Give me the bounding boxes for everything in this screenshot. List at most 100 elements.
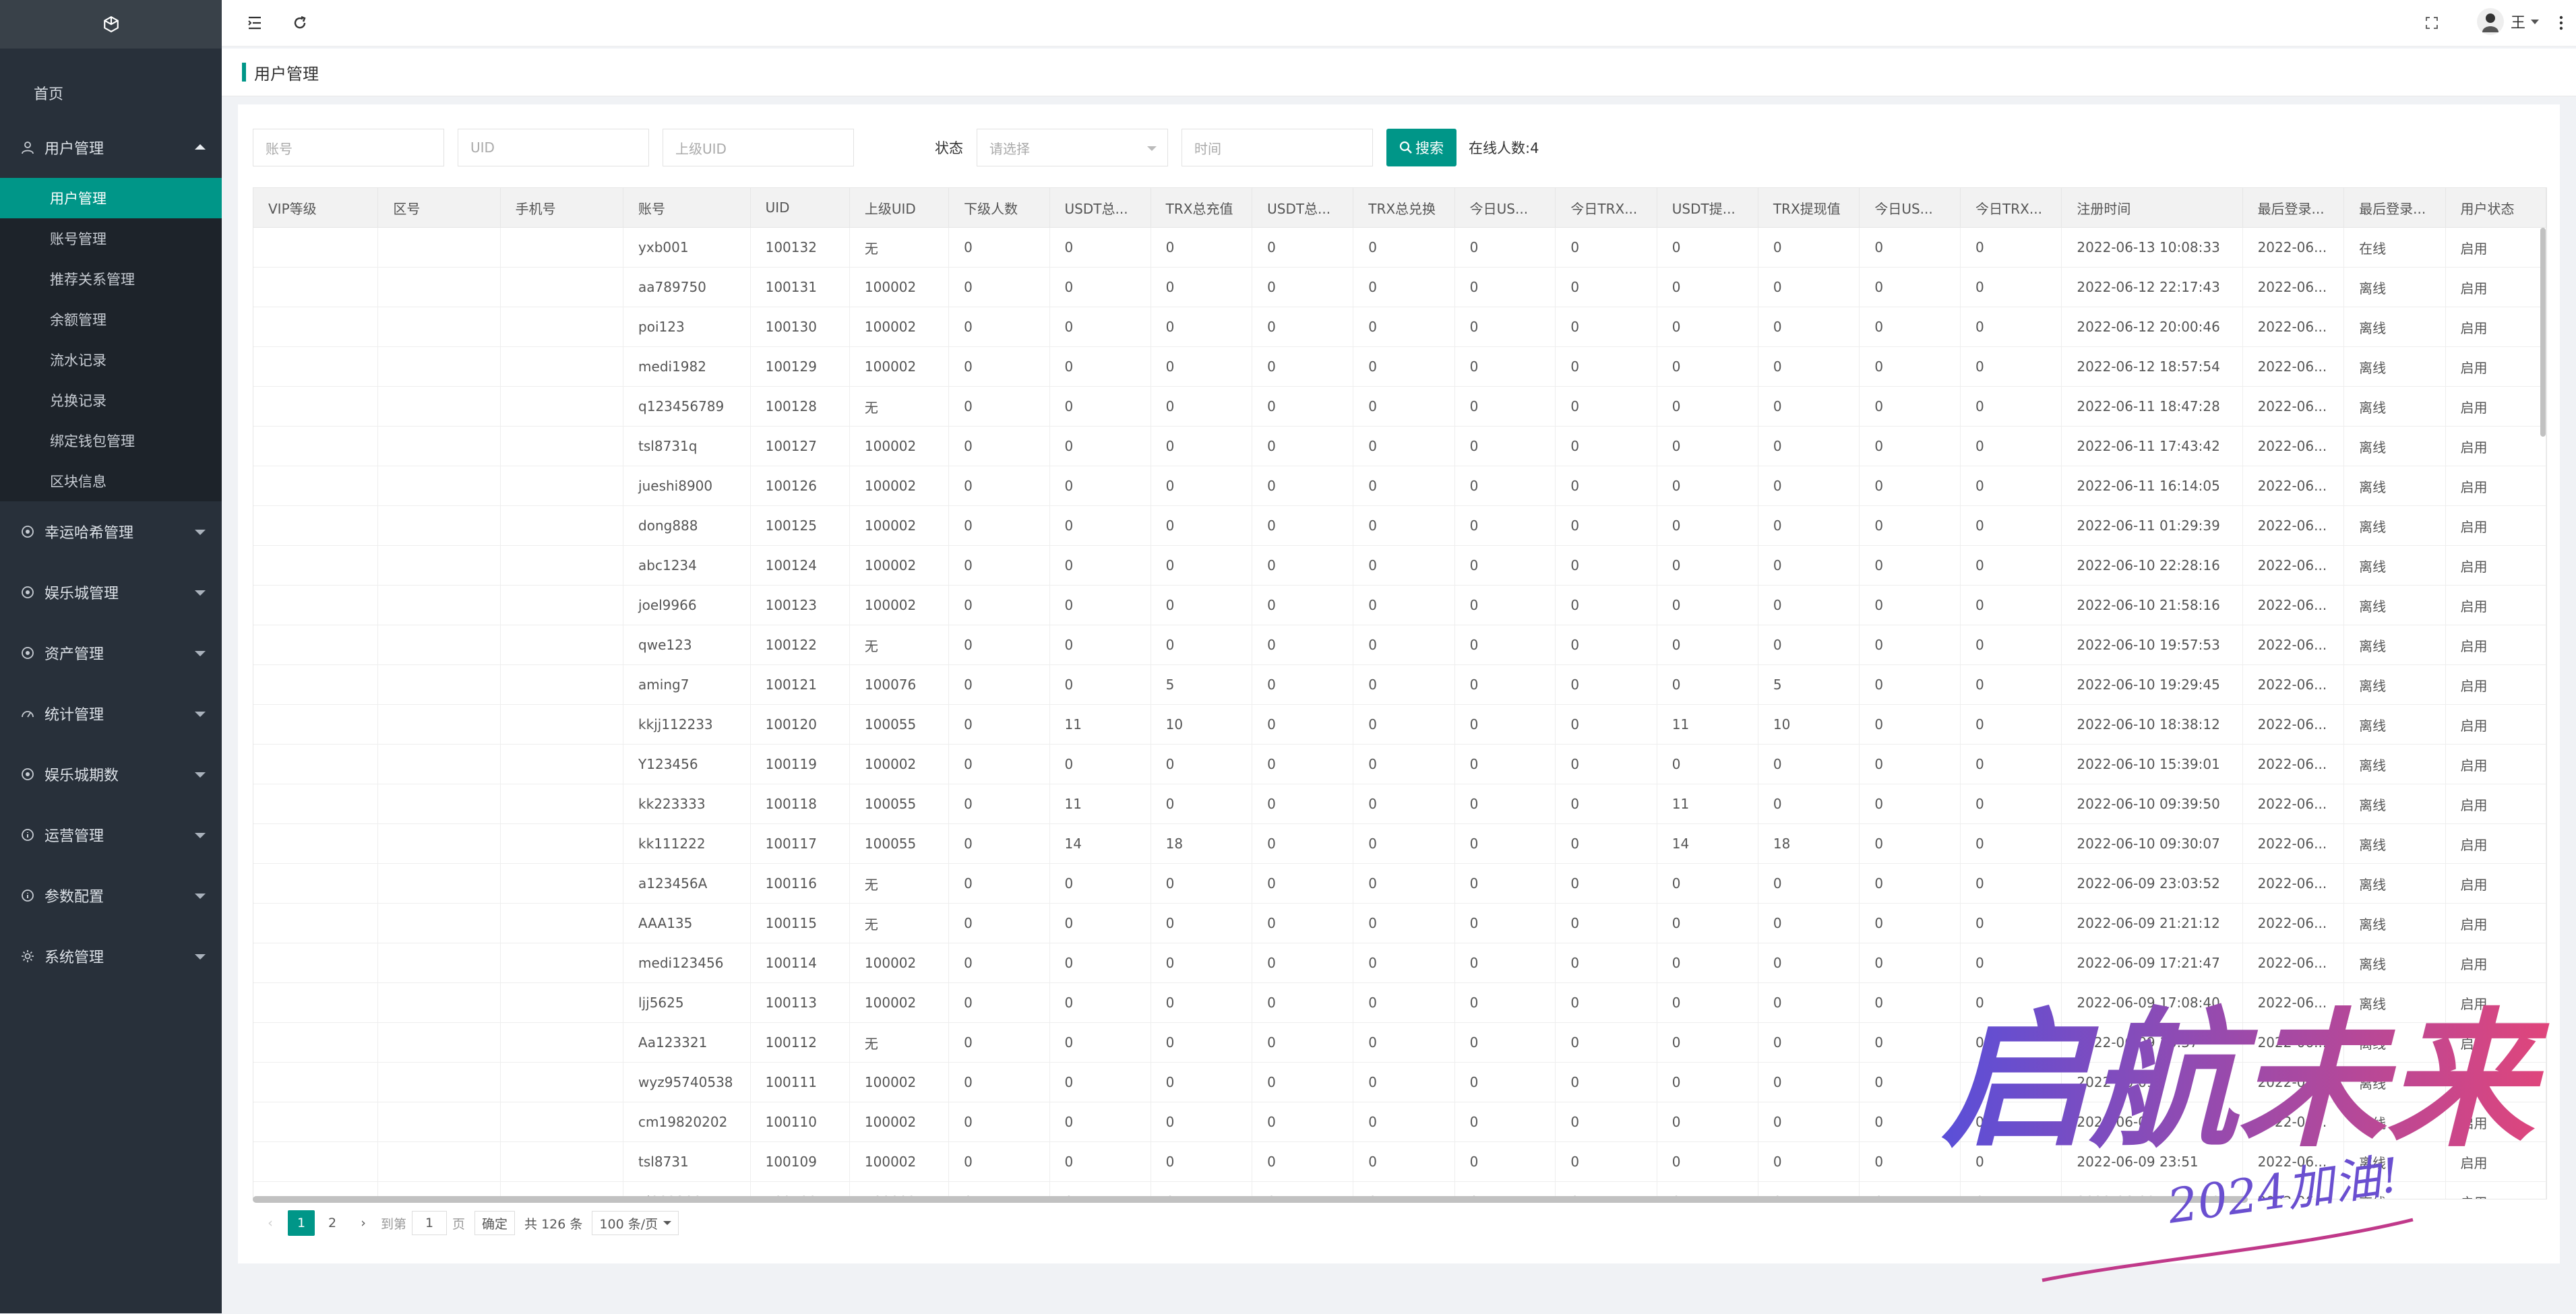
sidebar-group-assets[interactable]: 资产管理 [0,623,222,683]
table-row[interactable]: aa789750 100131 100002 0 0 0 0 0 0 0 0 0 0 0 2022-06-1… [253,267,2546,307]
prev-page-icon[interactable]: ‹ [257,1210,284,1236]
table-row[interactable]: kkjj112233 100120 100055 0 11 10 0 0 0 0 11 10 0 0 202… [253,704,2546,745]
table-cell: 2022-06... [2242,585,2345,625]
status-select[interactable]: 请选择 [977,129,1168,166]
goto-confirm-button[interactable]: 确定 [474,1211,516,1235]
menu-fold-icon[interactable] [245,13,264,32]
table-row[interactable]: yxb001 100132 无 0 0 0 0 0 0 0 0 0 0 0 2022-06-13 10:08… [253,227,2546,268]
table-row[interactable]: tsl8731q 100127 100002 0 0 0 0 0 0 0 0 0 0 0 2022-06-1… [253,426,2546,466]
table-cell: 0 [1454,744,1556,784]
table-cell: 2022-06... [2242,346,2345,387]
fullscreen-icon[interactable] [2422,13,2441,32]
table-cell: 100002 [849,307,950,347]
table-cell: 0 [1555,346,1657,387]
table-row[interactable]: medi1982 100129 100002 0 0 0 0 0 0 0 0 0 0 0 2022-06-1… [253,346,2546,387]
sidebar-group-system[interactable]: 系统管理 [0,926,222,987]
table-cell: 2022-06... [2242,466,2345,506]
table-cell: 启用 [2445,386,2546,427]
page-2[interactable]: 2 [319,1210,346,1236]
table-cell: 0 [1049,943,1151,983]
table-cell: 2022-06-10 09:30:07 [2061,823,2243,864]
page-size-select[interactable]: 100 条/页 [592,1211,679,1235]
circle-icon [20,585,35,600]
logo[interactable] [0,0,222,49]
page-1[interactable]: 1 [288,1210,315,1236]
user-menu[interactable]: 王 [2476,8,2539,35]
time-input[interactable]: 时间 [1182,129,1373,166]
table-cell: 0 [1859,863,1961,904]
table-cell: 0 [948,1102,1050,1142]
table-cell: 离线 [2343,585,2446,625]
sidebar-group-casino-periods[interactable]: 娱乐城期数 [0,744,222,805]
table-cell: 0 [1657,625,1758,665]
more-vertical-icon[interactable] [2552,13,2571,32]
sidebar-item-flow-records[interactable]: 流水记录 [0,340,222,380]
table-cell: 0 [1960,625,2062,665]
top-header: 王 [222,0,2576,46]
table-row[interactable]: joel9966 100123 100002 0 0 0 0 0 0 0 0 0 0 0 2022-06-1… [253,585,2546,625]
parent-uid-input[interactable]: 上级UID [663,129,854,166]
column-header[interactable]: 注册时间 [2061,188,2243,228]
table-row[interactable]: jueshi8900 100126 100002 0 0 0 0 0 0 0 0 0 0 0 2022-06… [253,466,2546,506]
table-cell: 100002 [849,744,950,784]
table-cell [253,585,379,625]
chevron-down-icon [1147,146,1157,151]
sidebar-group-statistics[interactable]: 统计管理 [0,683,222,744]
sidebar-group-lucky-hash[interactable]: 幸运哈希管理 [0,501,222,562]
table-cell: 0 [1252,426,1354,466]
table-cell: 2022-06-10 22:28:16 [2061,545,2243,586]
chevron-down-icon [195,590,206,596]
sidebar-item-balance-management[interactable]: 余额管理 [0,299,222,340]
sidebar-group-user-management[interactable]: 用户管理 [0,117,222,178]
table-cell: 0 [1657,664,1758,705]
refresh-icon[interactable] [290,13,309,32]
table-row[interactable]: kk111222 100117 100055 0 14 18 0 0 0 0 14 18 0 0 2022-… [253,823,2546,864]
table-cell: 离线 [2343,863,2446,904]
sidebar-item-wallet-binding[interactable]: 绑定钱包管理 [0,420,222,461]
table-cell [377,625,501,665]
table-cell: 0 [948,943,1050,983]
table-row[interactable]: abc1234 100124 100002 0 0 0 0 0 0 0 0 0 0 0 2022-06-10… [253,545,2546,586]
table-cell: 0 [1353,505,1455,546]
table-cell: 0 [1859,227,1961,268]
vertical-scrollbar[interactable] [2540,228,2546,437]
table-cell: 2022-06... [2242,664,2345,705]
sidebar-item-user-management[interactable]: 用户管理 [0,178,222,218]
search-button[interactable]: 搜索 [1386,129,1456,166]
table-row[interactable]: Y123456 100119 100002 0 0 0 0 0 0 0 0 0 0 0 2022-06-10… [253,744,2546,784]
table-cell: 0 [1454,227,1556,268]
table-row[interactable]: a123456A 100116 无 0 0 0 0 0 0 0 0 0 0 0 2022-06-09 23:… [253,863,2546,904]
sidebar-group-parameters[interactable]: 参数配置 [0,865,222,926]
table-cell: 100114 [750,943,850,983]
table-cell: 0 [948,386,1050,427]
table-cell [253,466,379,506]
sidebar-item-block-info[interactable]: 区块信息 [0,461,222,501]
sidebar-item-referral-management[interactable]: 推荐关系管理 [0,259,222,299]
sidebar-item-account-management[interactable]: 账号管理 [0,218,222,259]
table-cell: 0 [1960,545,2062,586]
table-cell: 0 [1151,1022,1253,1063]
account-input[interactable]: 账号 [253,129,444,166]
avatar [2476,8,2504,35]
table-cell: 0 [1353,1102,1455,1142]
table-row[interactable]: qwe123 100122 无 0 0 0 0 0 0 0 0 0 0 0 2022-06-10 19:57… [253,625,2546,665]
table-row[interactable]: aming7 100121 100076 0 0 5 0 0 0 0 0 5 0 0 2022-06-10 … [253,664,2546,705]
table-cell: kk223333 [623,784,751,824]
table-row[interactable]: dong888 100125 100002 0 0 0 0 0 0 0 0 0 0 0 2022-06-11… [253,505,2546,546]
sidebar-group-casino[interactable]: 娱乐城管理 [0,562,222,623]
table-cell [377,1141,501,1182]
uid-input[interactable]: UID [458,129,649,166]
sidebar-group-operations[interactable]: 运营管理 [0,805,222,865]
table-cell: 2022-06... [2242,307,2345,347]
table-row[interactable]: kk223333 100118 100055 0 11 0 0 0 0 0 11 0 0 0 2022-06… [253,784,2546,824]
goto-page-input[interactable]: 1 [412,1211,448,1235]
table-row[interactable]: q123456789 100128 无 0 0 0 0 0 0 0 0 0 0 0 2022-06-11 1… [253,386,2546,427]
table-row[interactable]: poi123 100130 100002 0 0 0 0 0 0 0 0 0 0 0 2022-06-12 … [253,307,2546,347]
table-row[interactable]: AAA135 100115 无 0 0 0 0 0 0 0 0 0 0 0 2022-06-09 21:21… [253,903,2546,943]
table-cell: 0 [1252,1141,1354,1182]
sidebar-item-exchange-records[interactable]: 兑换记录 [0,380,222,420]
table-cell: 2022-06-12 22:17:43 [2061,267,2243,307]
next-page-icon[interactable]: › [350,1210,377,1236]
circle-icon [20,646,35,660]
sidebar-item-home[interactable]: 首页 [0,69,222,117]
